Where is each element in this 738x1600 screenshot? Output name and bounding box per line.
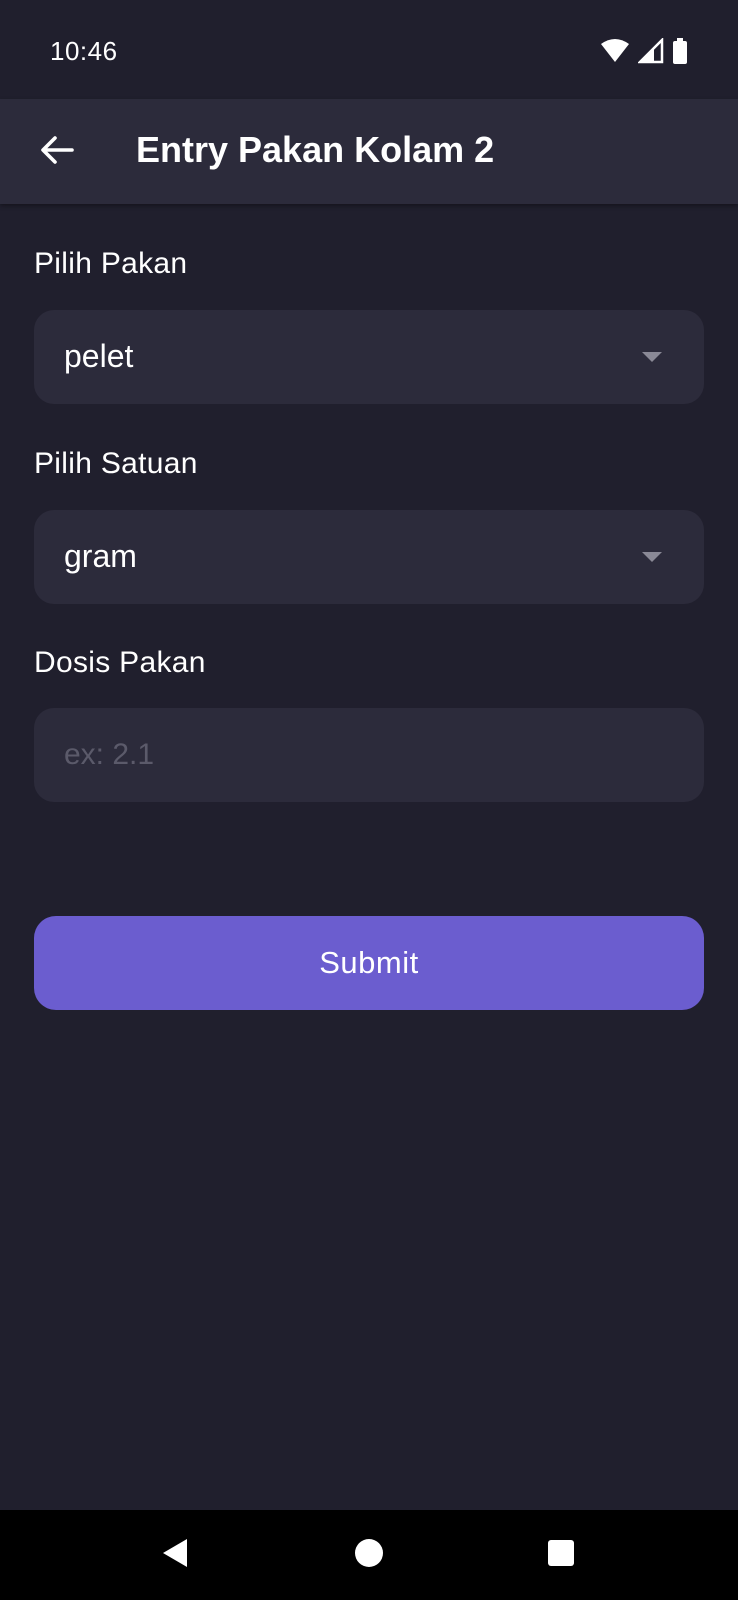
submit-button[interactable]: Submit xyxy=(34,916,704,1010)
feed-dropdown[interactable]: pelet xyxy=(34,310,704,404)
recents-square-icon xyxy=(547,1539,575,1572)
feed-label: Pilih Pakan xyxy=(34,247,188,280)
status-time: 10:46 xyxy=(50,36,118,66)
cellular-signal-icon xyxy=(638,38,664,64)
dose-input[interactable] xyxy=(64,730,674,780)
back-triangle-icon xyxy=(161,1537,189,1574)
app-bar: Entry Pakan Kolam 2 xyxy=(0,99,738,204)
unit-label: Pilih Satuan xyxy=(34,447,198,480)
status-bar: 10:46 xyxy=(0,0,738,99)
dropdown-arrow-icon xyxy=(642,352,662,362)
page-title: Entry Pakan Kolam 2 xyxy=(136,129,495,170)
dose-label: Dosis Pakan xyxy=(34,646,206,679)
unit-selected-value: gram xyxy=(64,538,137,574)
unit-dropdown[interactable]: gram xyxy=(34,510,704,604)
entry-pakan-screen: 10:46 Entry Pakan Kolam 2 Pilih Pakan pe… xyxy=(0,0,738,1600)
status-icons xyxy=(600,38,688,64)
feed-selected-value: pelet xyxy=(64,338,134,374)
arrow-back-icon xyxy=(40,135,74,170)
nav-back-button[interactable] xyxy=(130,1510,220,1600)
battery-icon xyxy=(672,38,688,64)
back-button[interactable] xyxy=(28,123,86,181)
home-circle-icon xyxy=(354,1538,384,1573)
system-nav-bar xyxy=(0,1510,738,1600)
nav-recents-button[interactable] xyxy=(516,1510,606,1600)
wifi-icon xyxy=(600,38,630,64)
dose-field[interactable] xyxy=(34,708,704,802)
nav-home-button[interactable] xyxy=(324,1510,414,1600)
dropdown-arrow-icon xyxy=(642,552,662,562)
